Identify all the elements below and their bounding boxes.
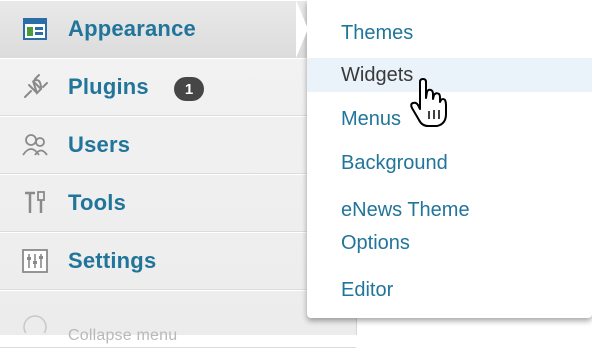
plugins-icon <box>20 72 50 102</box>
submenu-item-enews-theme-options[interactable]: eNews Theme Options <box>307 194 527 260</box>
menu-item-settings[interactable]: Settings <box>0 232 356 290</box>
menu-item-collapse[interactable]: Collapse menu <box>0 290 356 348</box>
menu-label-collapse: Collapse menu <box>68 327 178 344</box>
plugin-update-count-badge: 1 <box>174 77 204 101</box>
menu-label-settings: Settings <box>68 248 157 273</box>
menu-item-tools[interactable]: Tools <box>0 174 356 232</box>
menu-item-users[interactable]: Users <box>0 116 356 174</box>
submenu-item-background[interactable]: Background <box>307 146 592 180</box>
users-icon <box>20 130 50 160</box>
menu-label-tools: Tools <box>68 190 127 215</box>
submenu-item-menus[interactable]: Menus <box>307 102 592 136</box>
appearance-submenu: Themes Widgets Menus Background eNews Th… <box>307 0 592 318</box>
flyout-pointer <box>296 0 308 58</box>
menu-label-plugins: Plugins <box>68 74 149 99</box>
hand-pointer-cursor <box>410 78 447 127</box>
submenu-item-editor[interactable]: Editor <box>307 273 592 307</box>
settings-icon <box>20 246 50 276</box>
appearance-icon <box>20 14 50 44</box>
menu-label-appearance: Appearance <box>68 16 196 41</box>
menu-item-plugins[interactable]: Plugins 1 <box>0 58 356 116</box>
menu-label-users: Users <box>68 132 131 157</box>
submenu-item-widgets[interactable]: Widgets <box>307 58 592 92</box>
submenu-item-themes[interactable]: Themes <box>307 16 592 50</box>
tools-icon <box>20 188 50 218</box>
collapse-icon <box>20 304 50 334</box>
